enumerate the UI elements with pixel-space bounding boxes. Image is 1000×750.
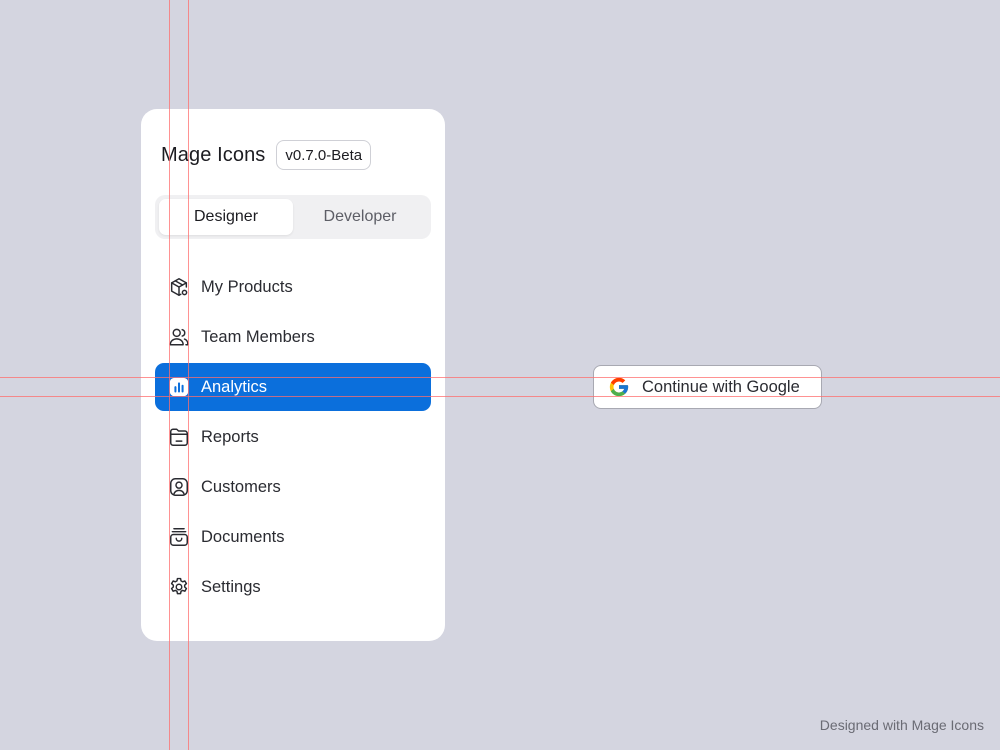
sidebar-item-customers[interactable]: Customers xyxy=(155,463,431,511)
sidebar-item-reports[interactable]: Reports xyxy=(155,413,431,461)
gear-icon xyxy=(168,576,190,598)
version-badge: v0.7.0-Beta xyxy=(276,140,372,170)
google-icon xyxy=(608,376,630,398)
sidebar-item-label: Customers xyxy=(201,477,281,496)
sidebar-item-label: My Products xyxy=(201,277,293,296)
sidebar-item-label: Settings xyxy=(201,577,261,596)
sidebar-nav: My Products Team Members Analytics Repor… xyxy=(155,263,431,613)
segment-developer[interactable]: Developer xyxy=(293,199,427,235)
footer-credit: Designed with Mage Icons xyxy=(819,717,984,733)
continue-with-google-button[interactable]: Continue with Google xyxy=(593,365,822,409)
folder-icon xyxy=(168,426,190,448)
sidebar-item-team-members[interactable]: Team Members xyxy=(155,313,431,361)
box-icon xyxy=(168,276,190,298)
sidebar-item-my-products[interactable]: My Products xyxy=(155,263,431,311)
mode-segmented-control: Designer Developer xyxy=(155,195,431,239)
user-square-icon xyxy=(168,476,190,498)
archive-icon xyxy=(168,526,190,548)
sidebar-header: Mage Icons v0.7.0-Beta xyxy=(161,139,372,171)
sidebar-item-label: Analytics xyxy=(201,377,268,396)
app-title: Mage Icons xyxy=(161,143,266,166)
sidebar-item-label: Reports xyxy=(201,427,259,446)
segment-designer[interactable]: Designer xyxy=(159,199,293,235)
sidebar-panel: Mage Icons v0.7.0-Beta Designer Develope… xyxy=(141,109,445,641)
users-icon xyxy=(168,326,190,348)
sidebar-item-analytics[interactable]: Analytics xyxy=(155,363,431,411)
sidebar-item-settings[interactable]: Settings xyxy=(155,563,431,611)
google-button-label: Continue with Google xyxy=(642,377,800,396)
sidebar-item-label: Team Members xyxy=(201,327,315,346)
sidebar-item-documents[interactable]: Documents xyxy=(155,513,431,561)
analytics-icon xyxy=(168,376,190,398)
sidebar-item-label: Documents xyxy=(201,527,285,546)
